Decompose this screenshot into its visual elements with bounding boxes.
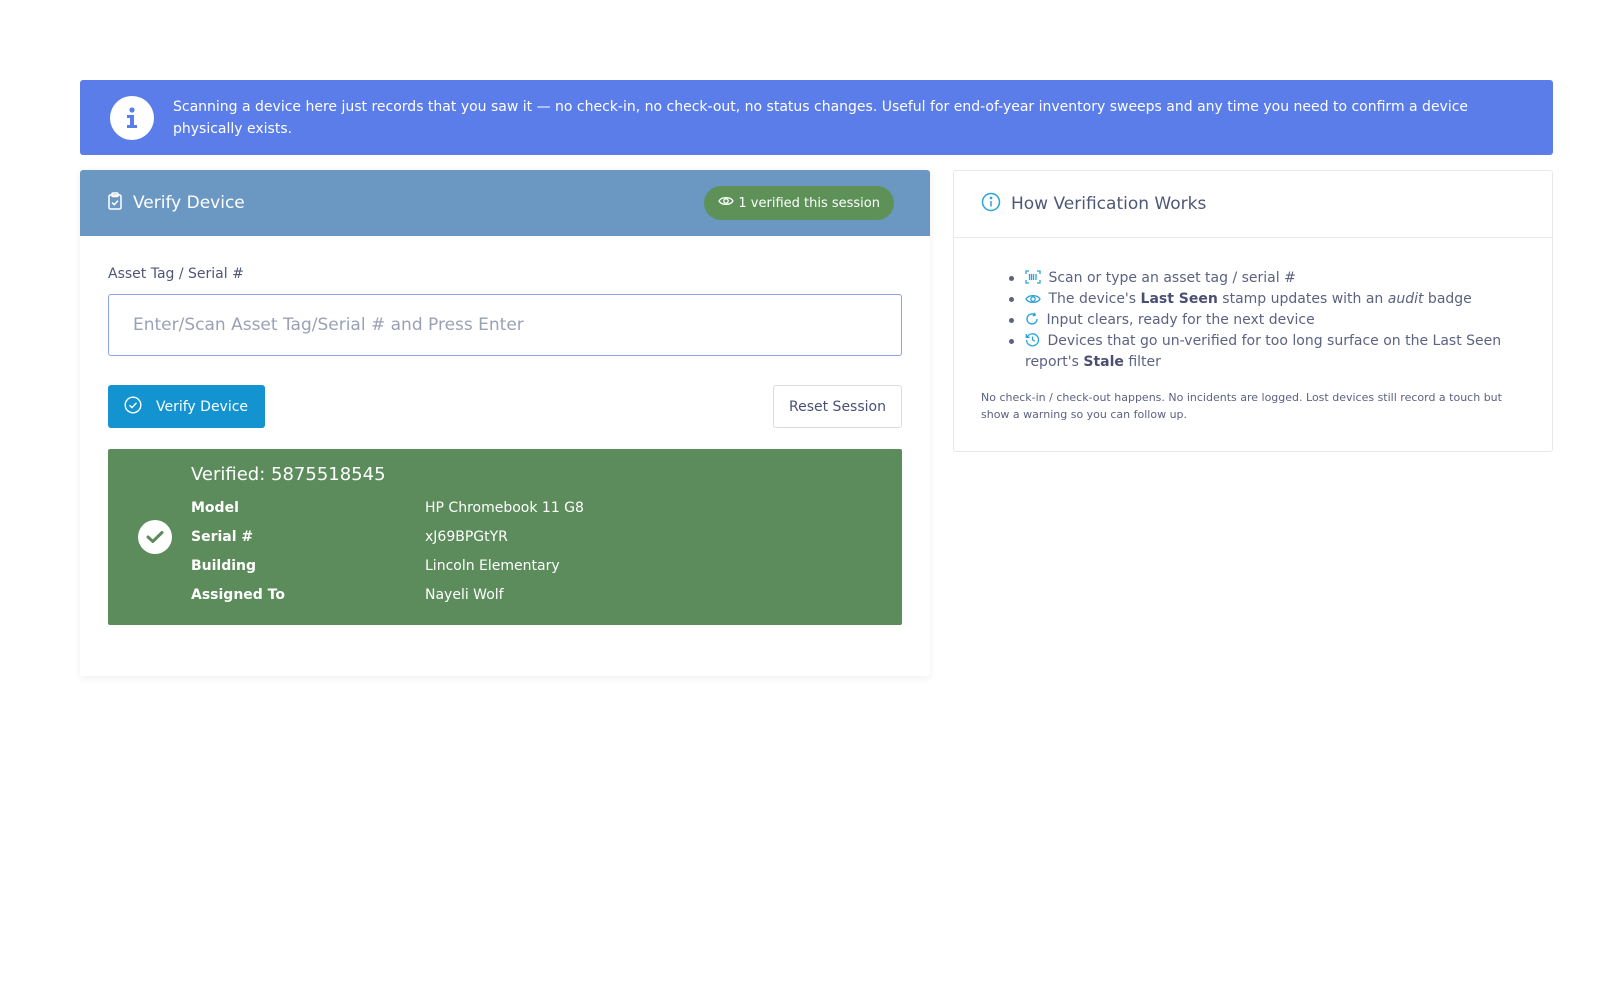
step-text: badge [1423, 291, 1472, 307]
verification-result: Verified: 5875518545 Model HP Chromebook… [108, 449, 902, 625]
list-item: Devices that go un-verified for too long… [1009, 331, 1509, 373]
info-circle-icon [981, 192, 1001, 216]
step-text: filter [1123, 354, 1161, 370]
list-item: The device's Last Seen stamp updates wit… [1009, 289, 1509, 310]
history-icon [1025, 333, 1047, 349]
verify-card-title: Verify Device [133, 193, 245, 213]
result-value: Nayeli Wolf [425, 586, 504, 603]
result-row-assigned-to: Assigned To Nayeli Wolf [191, 580, 584, 609]
how-card-title: How Verification Works [1011, 194, 1207, 214]
how-note: No check-in / check-out happens. No inci… [981, 391, 1502, 421]
step-text: Scan or type an asset tag / serial # [1048, 270, 1296, 286]
step-text-bold: Last Seen [1140, 291, 1218, 307]
result-label: Assigned To [191, 586, 285, 603]
reset-session-button[interactable]: Reset Session [773, 385, 902, 428]
result-label: Serial # [191, 528, 254, 545]
list-item: Scan or type an asset tag / serial # [1009, 268, 1509, 289]
session-count-text: 1 verified this session [738, 195, 880, 211]
page: Scanning a device here just records that… [0, 0, 1600, 1000]
result-row-model: Model HP Chromebook 11 G8 [191, 493, 584, 522]
result-row-serial: Serial # xJ69BPGtYR [191, 522, 584, 551]
verification-steps: Scan or type an asset tag / serial # The… [1009, 268, 1509, 373]
asset-tag-input[interactable] [108, 294, 902, 356]
result-row-building: Building Lincoln Elementary [191, 551, 584, 580]
result-label: Model [191, 499, 239, 516]
step-text: Input clears, ready for the next device [1046, 312, 1315, 328]
result-value: Lincoln Elementary [425, 557, 560, 574]
result-value: HP Chromebook 11 G8 [425, 499, 584, 516]
verify-button-label: Verify Device [156, 398, 249, 415]
eye-icon [1025, 291, 1048, 307]
checkmark-icon [138, 520, 172, 554]
verify-card-header: Verify Device 1 verified this session [80, 170, 930, 236]
info-icon [110, 95, 154, 140]
refresh-icon [1025, 312, 1046, 328]
session-count-badge: 1 verified this session [704, 186, 894, 220]
clipboard-check-icon [107, 192, 123, 214]
result-value: xJ69BPGtYR [425, 528, 508, 545]
step-text: The device's [1048, 291, 1141, 307]
step-text-bold: Stale [1083, 354, 1124, 370]
verify-device-card: Verify Device 1 verified this session As… [80, 170, 930, 676]
check-circle-icon [124, 395, 156, 418]
step-text: stamp updates with an [1217, 291, 1388, 307]
eye-icon [718, 195, 738, 211]
result-details: Model HP Chromebook 11 G8 Serial # xJ69B… [191, 493, 584, 609]
how-verification-works-card: How Verification Works Scan or type an a… [953, 170, 1553, 452]
barcode-scan-icon [1025, 270, 1048, 286]
how-card-header: How Verification Works [954, 171, 1552, 238]
result-title: Verified: 5875518545 [191, 464, 386, 485]
asset-tag-label: Asset Tag / Serial # [108, 266, 244, 282]
verify-device-button[interactable]: Verify Device [108, 385, 265, 428]
result-label: Building [191, 557, 257, 574]
banner-text: Scanning a device here just records that… [173, 98, 1469, 137]
list-item: Input clears, ready for the next device [1009, 310, 1509, 331]
step-text-italic: audit [1387, 291, 1424, 307]
info-banner: Scanning a device here just records that… [80, 80, 1553, 155]
